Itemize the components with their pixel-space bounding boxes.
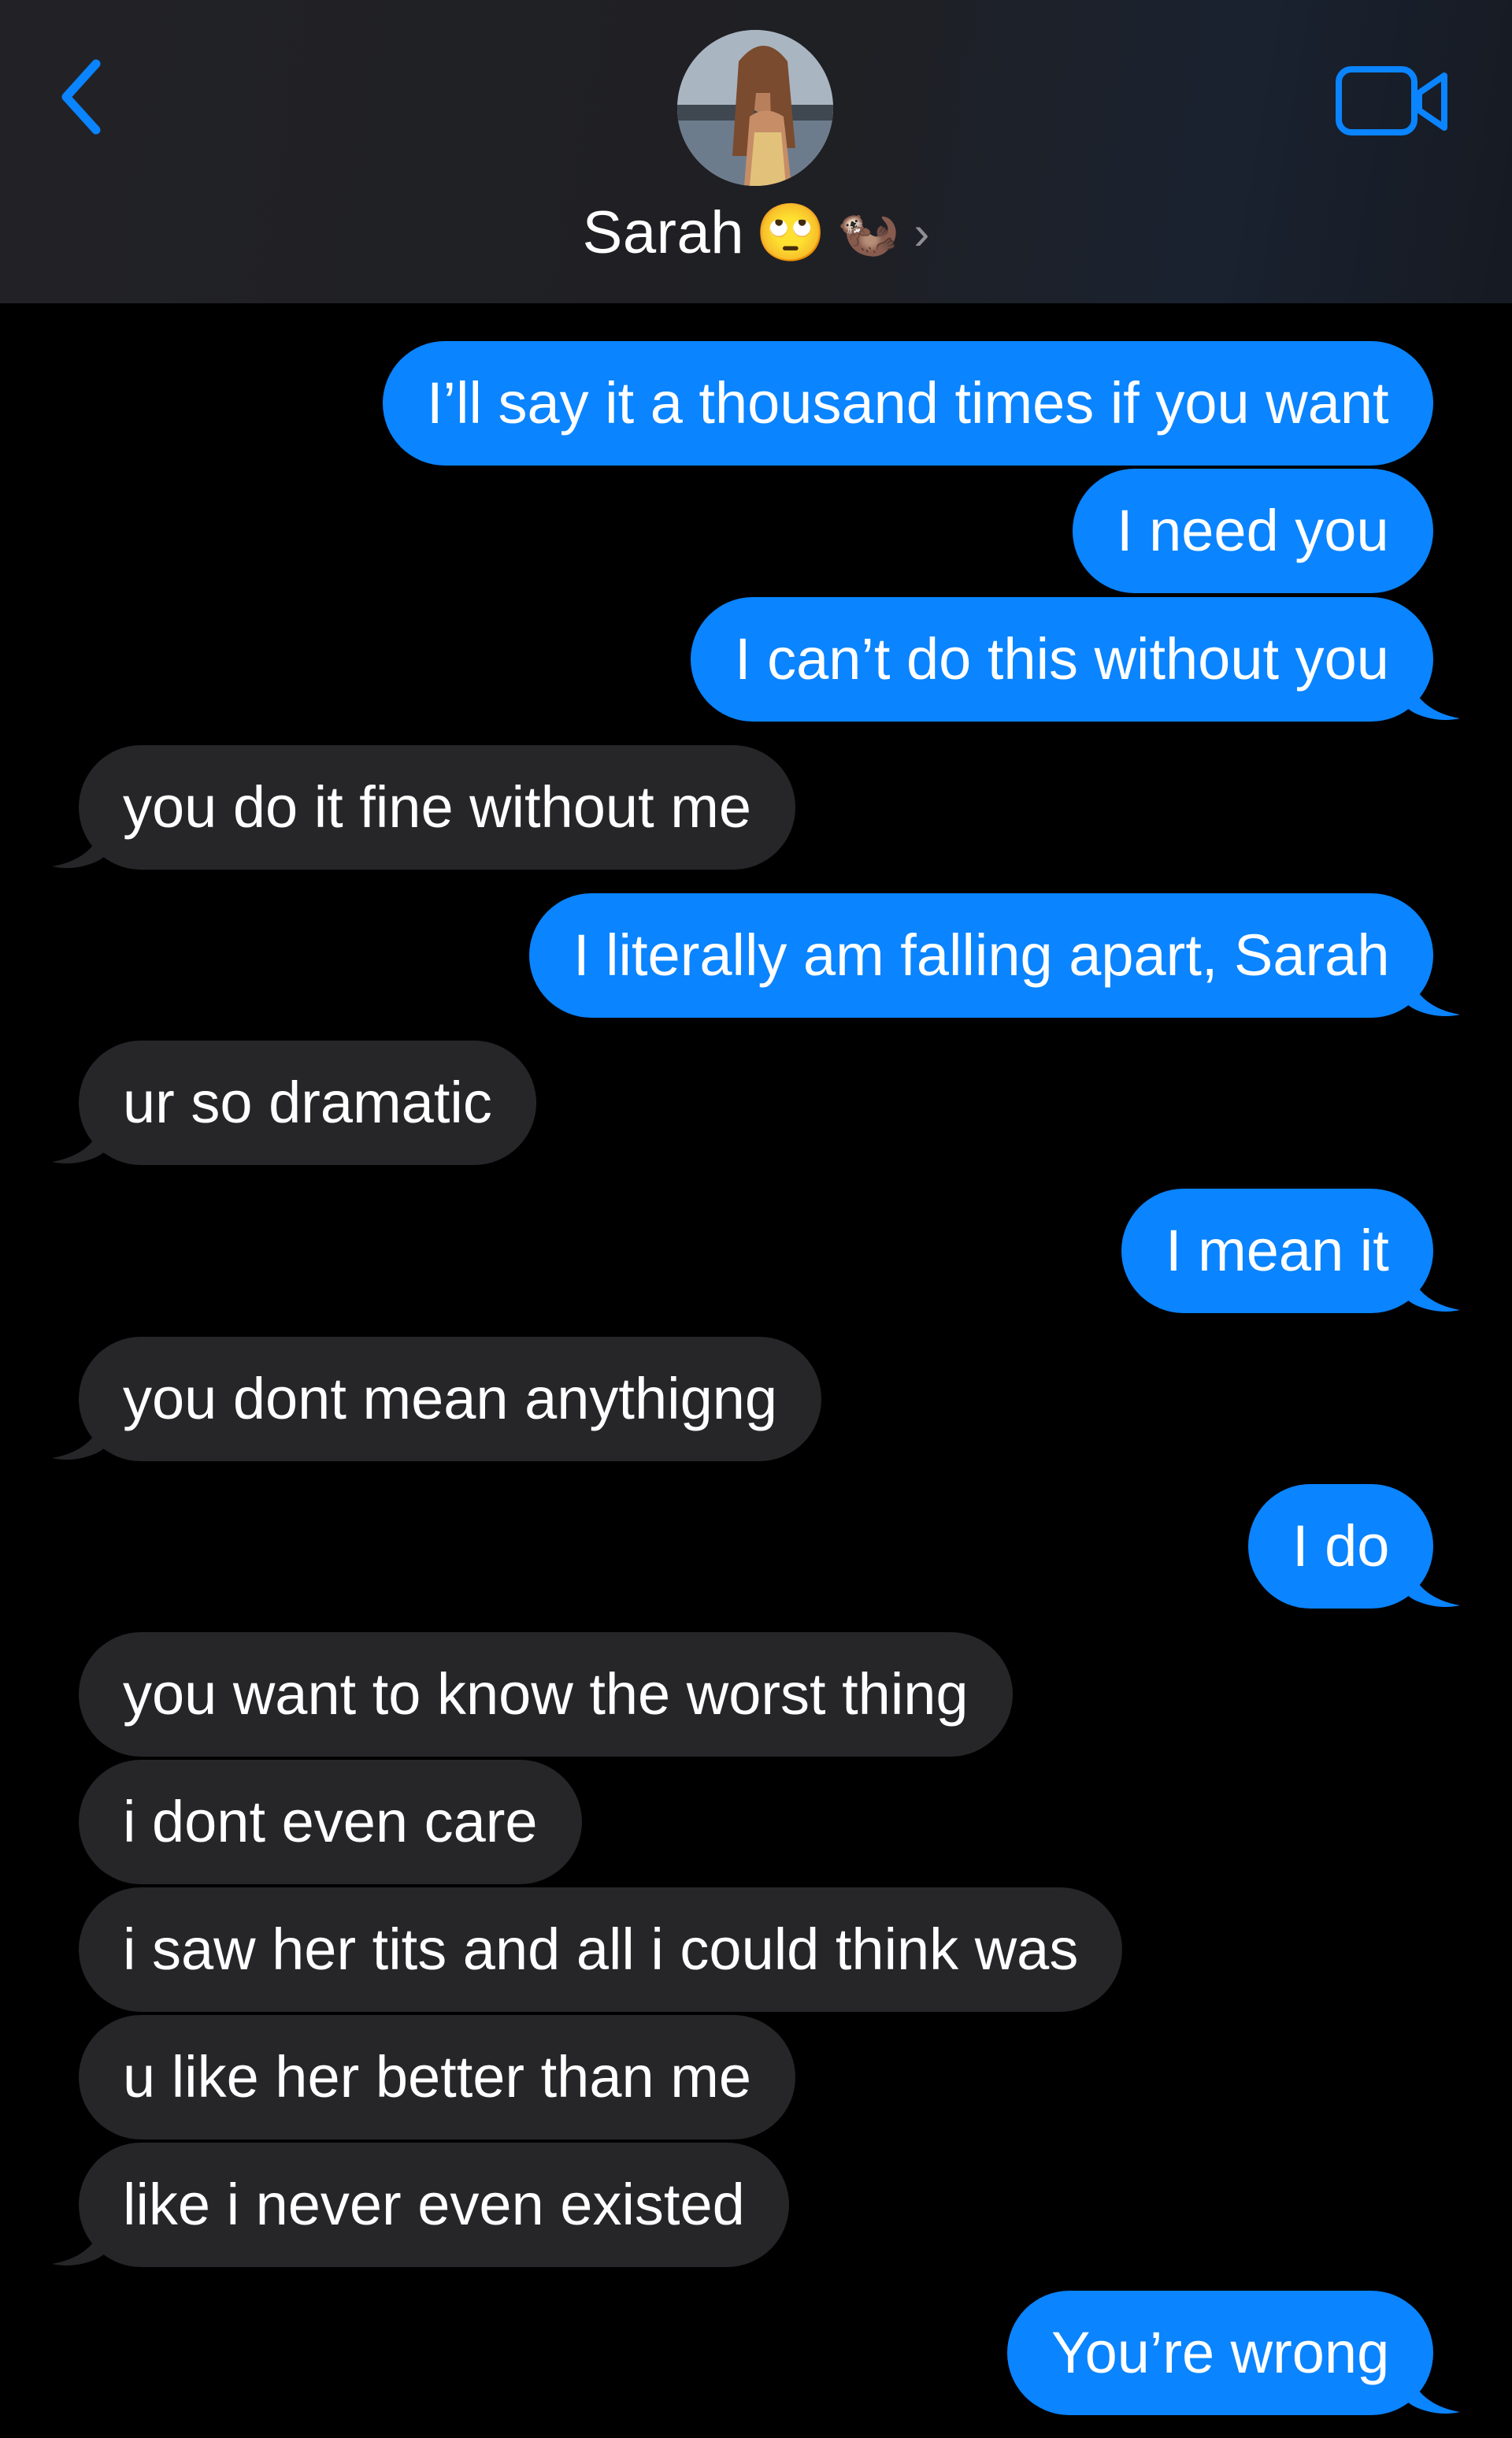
sent-bubble-tail [1406,1557,1460,1607]
sent-bubble-tail [1406,2363,1460,2414]
received-message-bubble[interactable]: you want to know the worst thing [79,1632,1013,1757]
sent-message-bubble[interactable]: I need you [1073,469,1433,593]
sent-bubble-tail [1406,1261,1460,1312]
received-message-bubble[interactable]: i dont even care [79,1760,582,1884]
sent-bubble-tail [1406,966,1460,1016]
sent-message-bubble[interactable]: I can’t do this without you [691,597,1433,722]
received-message-bubble[interactable]: i saw her tits and all i could think was [79,1887,1123,2012]
sent-message-bubble[interactable]: I mean it [1121,1189,1433,1313]
received-message-bubble[interactable]: u like her better than me [79,2015,795,2139]
received-message-bubble[interactable]: ur so dramatic [79,1041,536,1165]
received-message-bubble[interactable]: you dont mean anythigng [79,1337,822,1461]
sent-message-bubble[interactable]: I’ll say it a thousand times if you want [383,341,1433,466]
message-thread: I’ll say it a thousand times if you want… [0,0,1512,2438]
received-bubble-tail [52,2215,106,2265]
received-message-bubble[interactable]: like i never even existed [79,2143,789,2267]
sent-message-bubble[interactable]: I literally am falling apart, Sarah [529,893,1434,1018]
received-bubble-tail [52,1409,106,1460]
sent-message-bubble[interactable]: You’re wrong [1007,2291,1434,2415]
received-message-bubble[interactable]: you do it fine without me [79,745,795,870]
sent-bubble-tail [1406,670,1460,720]
received-bubble-tail [52,818,106,868]
received-bubble-tail [52,1113,106,1163]
